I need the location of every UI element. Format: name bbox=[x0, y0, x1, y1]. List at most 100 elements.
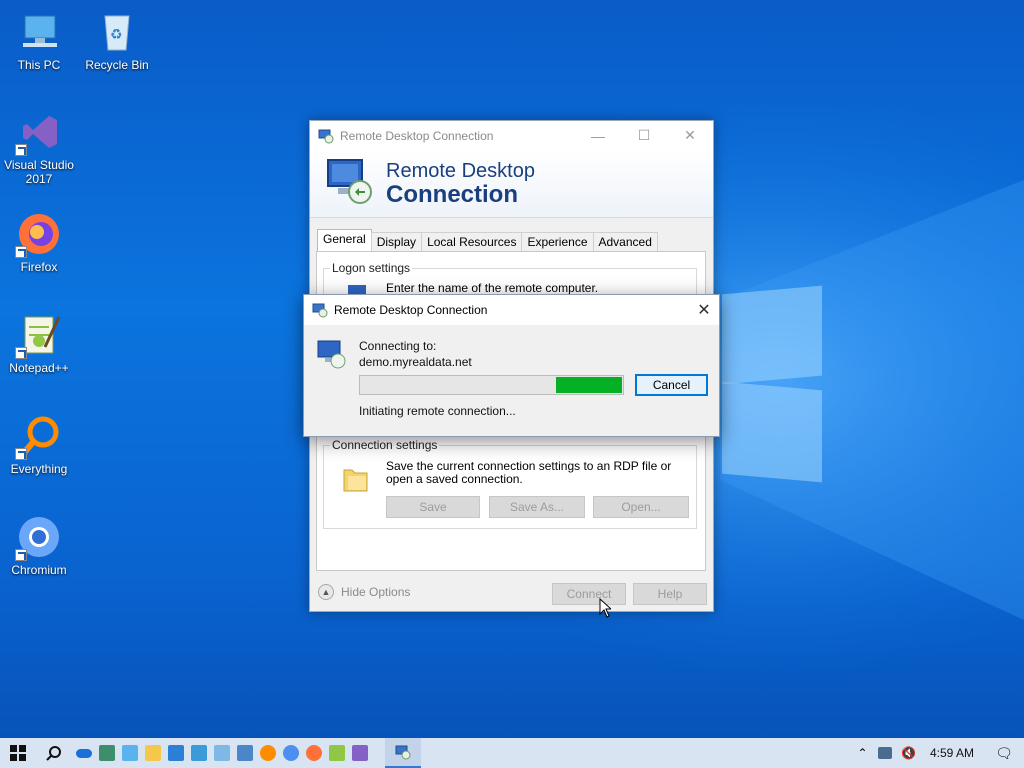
volume-button[interactable]: 🔇 bbox=[897, 738, 920, 768]
notification-icon: 🗨 bbox=[995, 744, 1013, 761]
network-icon bbox=[167, 745, 184, 761]
open-button[interactable]: Open... bbox=[593, 496, 689, 518]
progress-fill bbox=[556, 377, 622, 393]
taskbar-firefox[interactable] bbox=[302, 738, 325, 768]
desktop-icon-label: Notepad++ bbox=[9, 361, 69, 375]
cancel-button[interactable]: Cancel bbox=[635, 374, 708, 396]
connecting-dialog-title: Remote Desktop Connection bbox=[334, 303, 488, 317]
folder-icon bbox=[343, 469, 368, 492]
network-status-button[interactable] bbox=[874, 738, 897, 768]
rdc-banner-line2: Connection bbox=[386, 181, 518, 208]
connecting-dialog-body: Connecting to: demo.myrealdata.net Cance… bbox=[304, 325, 719, 436]
connecting-dialog-titlebar[interactable]: Remote Desktop Connection ✕ bbox=[304, 295, 719, 325]
desktop: This PC ♻ Recycle Bin Visual Studio 2017… bbox=[0, 0, 1024, 738]
tab-advanced[interactable]: Advanced bbox=[592, 232, 658, 252]
visual-studio-icon bbox=[15, 108, 63, 156]
everything-icon bbox=[259, 745, 276, 761]
notepadpp-icon bbox=[15, 311, 63, 359]
tab-experience[interactable]: Experience bbox=[521, 232, 594, 252]
action-center-button[interactable]: 🗨 bbox=[984, 738, 1024, 768]
close-button[interactable]: ✕ bbox=[689, 295, 719, 325]
connection-settings-group: Connection settings Save the current con… bbox=[323, 438, 697, 529]
recycle-bin-icon: ♻ bbox=[93, 8, 141, 56]
rdc-tabs: General Display Local Resources Experien… bbox=[317, 229, 658, 252]
desktop-icon-this-pc[interactable]: This PC bbox=[0, 8, 78, 72]
taskbar-notepad[interactable] bbox=[210, 738, 233, 768]
this-pc-icon bbox=[121, 745, 138, 761]
save-button[interactable]: Save bbox=[386, 496, 480, 518]
search-icon bbox=[46, 746, 61, 761]
save-as-button[interactable]: Save As... bbox=[489, 496, 585, 518]
desktop-icon-visual-studio[interactable]: Visual Studio 2017 bbox=[0, 108, 78, 186]
people-icon bbox=[98, 745, 115, 761]
rdc-banner-line1: Remote Desktop bbox=[386, 160, 535, 182]
taskbar-everything[interactable] bbox=[256, 738, 279, 768]
remote-desktop-icon bbox=[312, 303, 328, 318]
taskbar-people[interactable] bbox=[95, 738, 118, 768]
desktop-icon-label: Firefox bbox=[20, 260, 58, 274]
taskbar-remote-desktop-active[interactable] bbox=[385, 738, 421, 768]
windows-logo-pane bbox=[722, 285, 822, 385]
windows-logo-pane bbox=[722, 381, 822, 483]
connecting-to-label: Connecting to: bbox=[359, 339, 437, 353]
taskbar-visual-studio[interactable] bbox=[348, 738, 371, 768]
taskbar-chromium[interactable] bbox=[279, 738, 302, 768]
start-button[interactable] bbox=[0, 738, 36, 768]
taskbar-this-pc[interactable] bbox=[118, 738, 141, 768]
svg-text:♻: ♻ bbox=[110, 27, 123, 43]
computer-icon bbox=[15, 8, 63, 56]
tab-general[interactable]: General bbox=[317, 229, 372, 252]
minimize-icon: — bbox=[591, 127, 605, 144]
taskbar-control-panel[interactable] bbox=[187, 738, 210, 768]
maximize-button[interactable]: ☐ bbox=[621, 121, 667, 150]
network-status-icon bbox=[878, 747, 893, 759]
remote-desktop-logo-icon bbox=[327, 159, 372, 204]
chevron-up-icon: ▲ bbox=[318, 584, 334, 600]
tab-local-resources[interactable]: Local Resources bbox=[421, 232, 523, 252]
control-panel-icon bbox=[190, 745, 207, 761]
taskbar-remote-tool[interactable] bbox=[233, 738, 256, 768]
shortcut-arrow-icon bbox=[15, 549, 27, 561]
desktop-icon-everything[interactable]: Everything bbox=[0, 412, 78, 476]
chromium-icon bbox=[15, 513, 63, 561]
visual-studio-icon bbox=[351, 745, 368, 761]
shortcut-arrow-icon bbox=[15, 144, 27, 156]
clock[interactable]: 4:59 AM bbox=[920, 746, 984, 760]
taskbar-file-explorer[interactable] bbox=[141, 738, 164, 768]
desktop-icon-firefox[interactable]: Firefox bbox=[0, 210, 78, 274]
shortcut-arrow-icon bbox=[15, 347, 27, 359]
windows-start-icon bbox=[10, 745, 26, 761]
hide-options-link[interactable]: ▲ Hide Options bbox=[318, 584, 410, 600]
mouse-cursor-icon bbox=[599, 598, 611, 618]
remote-desktop-icon bbox=[317, 340, 346, 369]
firefox-icon bbox=[15, 210, 63, 258]
logon-settings-label: Logon settings bbox=[330, 261, 413, 275]
desktop-icon-chromium[interactable]: Chromium bbox=[0, 513, 78, 577]
logon-hint: Enter the name of the remote computer. bbox=[386, 281, 599, 295]
help-button[interactable]: Help bbox=[633, 583, 707, 605]
desktop-icon-notepadpp[interactable]: Notepad++ bbox=[0, 311, 78, 375]
search-button[interactable] bbox=[36, 738, 72, 768]
everything-icon bbox=[15, 412, 63, 460]
taskbar-network[interactable] bbox=[164, 738, 187, 768]
chevron-up-icon: ⌃ bbox=[857, 746, 868, 760]
onedrive-icon bbox=[75, 748, 92, 758]
close-icon: ✕ bbox=[684, 127, 696, 143]
taskbar-notepadpp[interactable] bbox=[325, 738, 348, 768]
chromium-icon bbox=[282, 745, 299, 761]
desktop-icon-label: This PC bbox=[17, 58, 61, 72]
rdc-titlebar[interactable]: Remote Desktop Connection — ☐ ✕ bbox=[310, 121, 713, 150]
taskbar-onedrive[interactable] bbox=[72, 738, 95, 768]
remote-tool-icon bbox=[236, 745, 253, 761]
shortcut-arrow-icon bbox=[15, 448, 27, 460]
firefox-icon bbox=[305, 745, 322, 761]
remote-desktop-icon bbox=[395, 745, 411, 760]
desktop-icon-label: Recycle Bin bbox=[85, 58, 149, 72]
connecting-dialog: Remote Desktop Connection ✕ Connecting t… bbox=[303, 294, 720, 437]
close-button[interactable]: ✕ bbox=[667, 121, 713, 150]
tab-display[interactable]: Display bbox=[370, 232, 423, 252]
desktop-icon-recycle-bin[interactable]: ♻ Recycle Bin bbox=[78, 8, 156, 72]
minimize-button[interactable]: — bbox=[575, 121, 621, 150]
connect-button[interactable]: Connect bbox=[552, 583, 626, 605]
show-hidden-icons-button[interactable]: ⌃ bbox=[851, 738, 874, 768]
